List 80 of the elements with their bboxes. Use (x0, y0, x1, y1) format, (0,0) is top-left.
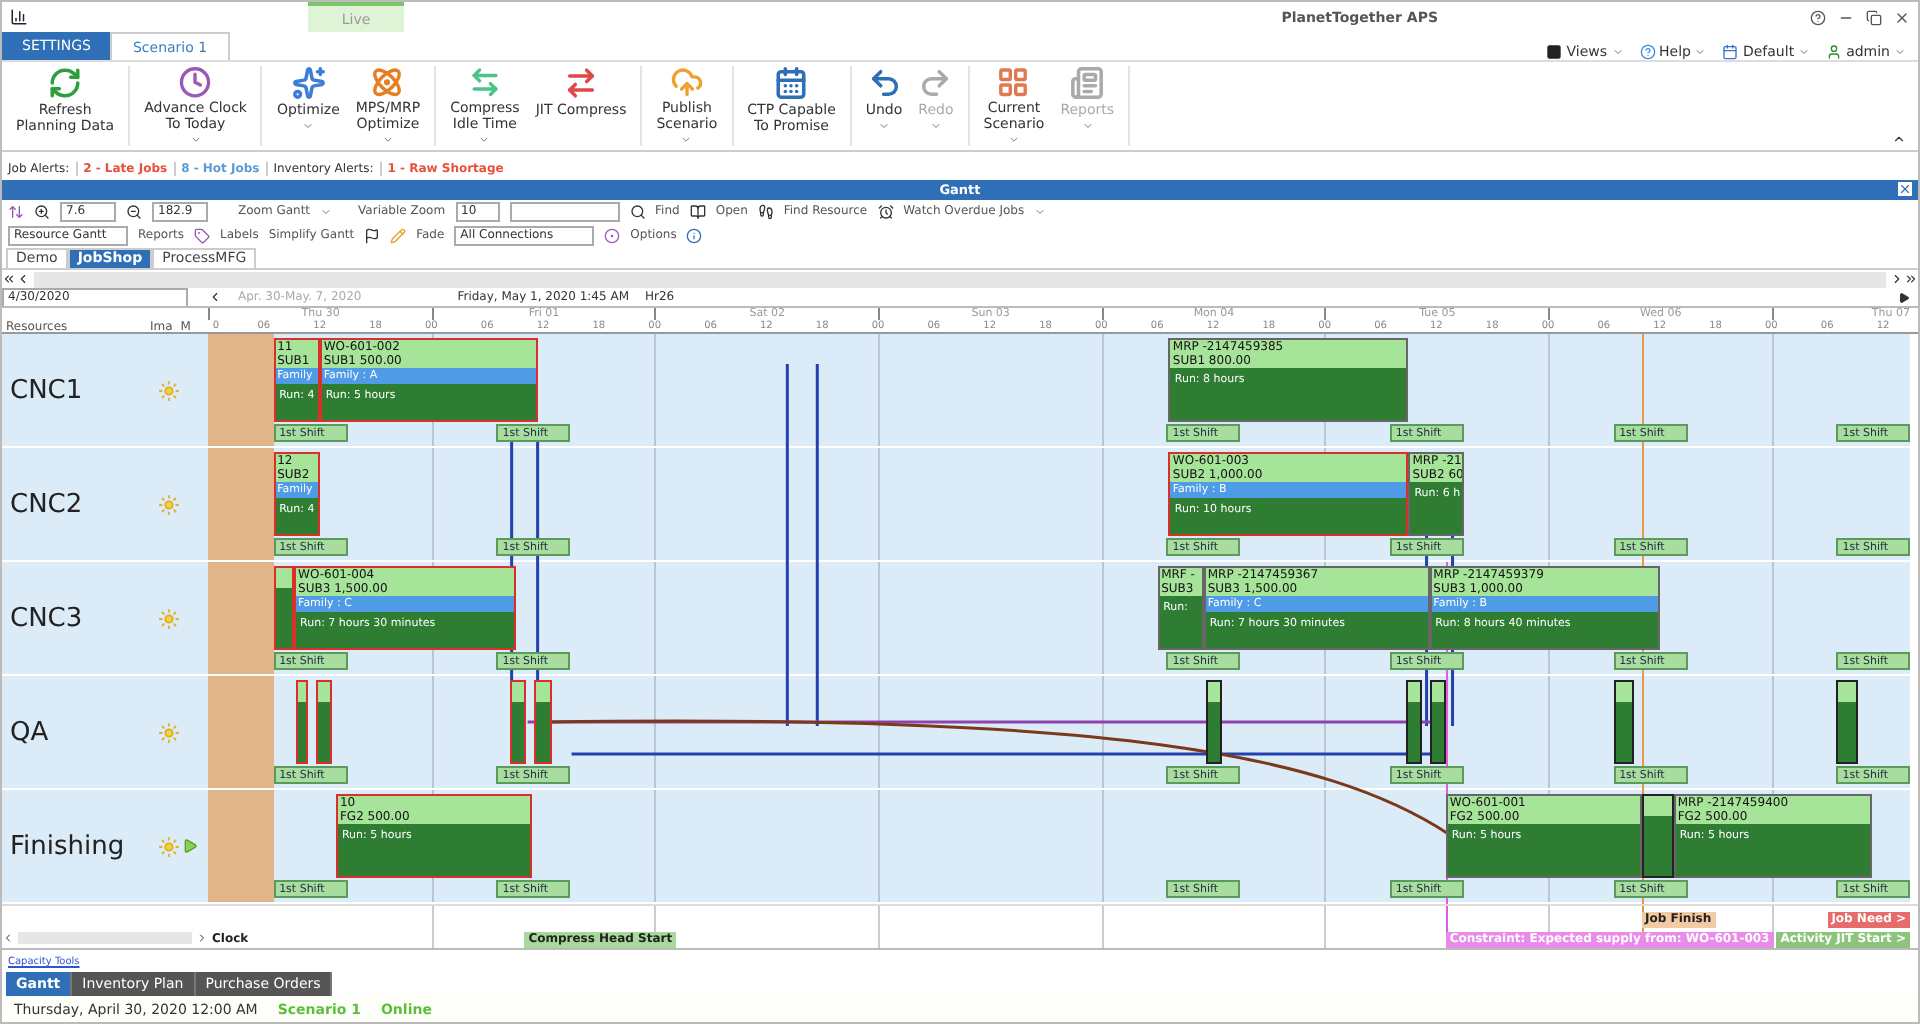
sun-icon (158, 493, 180, 516)
frozen-zone (208, 334, 274, 447)
sort-icon[interactable] (8, 203, 24, 220)
options-icon[interactable] (604, 227, 621, 244)
find-field[interactable] (509, 201, 620, 222)
last-page-icon[interactable] (1904, 272, 1918, 287)
undo-icon (867, 66, 902, 100)
operation-block[interactable] (1429, 680, 1446, 765)
calendar-icon (774, 66, 809, 100)
close-icon[interactable] (1894, 9, 1910, 25)
user-icon (1826, 44, 1843, 60)
frozen-zone (208, 562, 274, 675)
previous-icon[interactable] (208, 290, 222, 305)
sun-icon (158, 835, 180, 858)
cloud-upload-icon (669, 66, 704, 99)
clock-icon (178, 66, 213, 99)
redo-icon (918, 66, 953, 100)
sun-icon (158, 607, 180, 630)
caret-icon (1694, 46, 1707, 58)
refresh-icon (48, 66, 83, 100)
arrows-icon (467, 66, 502, 99)
caret-icon (1081, 120, 1094, 132)
report-icon (1070, 66, 1105, 100)
resource-cell[interactable]: CNC2 (2, 448, 208, 563)
alarm-clock-icon[interactable] (877, 203, 894, 220)
collapse-icon[interactable] (1892, 132, 1906, 146)
sun-icon (158, 379, 180, 402)
scroll-track[interactable] (34, 271, 1886, 288)
caret-icon (680, 134, 693, 146)
resource-cell[interactable]: QA (2, 676, 208, 791)
info-icon[interactable] (686, 227, 703, 244)
caret-icon (302, 120, 315, 132)
atom-icon (370, 66, 405, 99)
caret-icon (320, 205, 333, 218)
resource-cell[interactable]: CNC1 (2, 334, 208, 449)
caret-icon (1798, 46, 1811, 58)
resource-name: CNC3 (10, 603, 85, 634)
close-icon[interactable] (1898, 181, 1912, 196)
frozen-zone (208, 790, 274, 903)
caret-icon (381, 134, 394, 146)
frozen-zone (208, 448, 274, 561)
resource-name: CNC1 (10, 375, 85, 406)
caret-icon (878, 120, 891, 132)
flag-icon[interactable] (364, 227, 381, 244)
book-icon[interactable] (689, 203, 706, 220)
help-icon (1639, 44, 1656, 60)
zoom-in-icon[interactable] (34, 203, 50, 220)
grid-icon (996, 66, 1031, 99)
resource-cell[interactable]: Finishing (2, 790, 208, 905)
operation-block[interactable] (1406, 680, 1423, 765)
resource-name: Finishing (10, 831, 127, 862)
caret-icon (1611, 46, 1624, 58)
previous-icon[interactable] (16, 272, 30, 287)
resource-name: QA (10, 717, 51, 748)
resource-cell[interactable]: CNC3 (2, 562, 208, 677)
arrows-icon (564, 66, 599, 100)
scroll-right-icon[interactable] (196, 932, 208, 945)
caret-icon (1007, 134, 1020, 146)
operation-block[interactable] (1613, 680, 1635, 765)
caret-icon (1034, 205, 1047, 218)
resource-name: CNC2 (10, 489, 85, 520)
sun-icon (158, 721, 180, 744)
operation-block[interactable] (1836, 680, 1858, 765)
operation-block[interactable] (1641, 794, 1674, 879)
search-icon[interactable] (629, 203, 646, 220)
zoom-out-icon[interactable] (126, 203, 142, 220)
restore-icon[interactable] (1866, 9, 1882, 25)
help-icon[interactable] (1810, 9, 1826, 25)
scroll-track[interactable] (18, 932, 192, 945)
caret-icon (1894, 46, 1906, 58)
caret-icon (929, 120, 942, 132)
caret-icon (189, 134, 202, 146)
scroll-left-icon[interactable] (2, 932, 14, 945)
operation-block[interactable] (1206, 680, 1223, 765)
tag-icon[interactable] (194, 227, 211, 244)
frozen-zone (208, 676, 274, 789)
sparkle-icon (291, 66, 326, 100)
app-logo-icon (10, 8, 28, 26)
first-page-icon[interactable] (2, 272, 16, 287)
caret-icon (478, 134, 491, 146)
